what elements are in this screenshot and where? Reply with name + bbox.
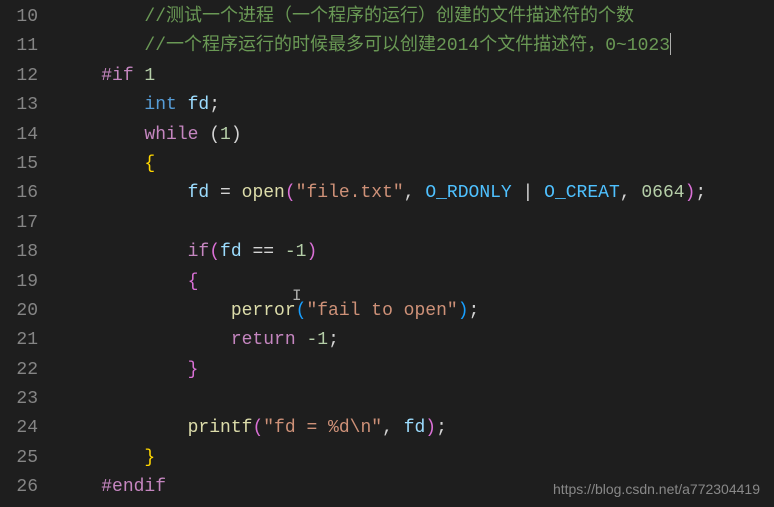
preprocessor-token: #endif — [101, 477, 166, 497]
function-token: open — [242, 183, 285, 203]
punctuation-token: ; — [695, 183, 706, 203]
code-line[interactable]: if(fd == -1) — [54, 238, 774, 267]
variable-token: fd — [188, 183, 220, 203]
code-line[interactable]: //一个程序运行的时候最多可以创建2014个文件描述符，0~1023 — [54, 32, 774, 61]
space-token — [296, 330, 307, 350]
line-number: 22 — [8, 356, 38, 385]
punctuation-token: , — [404, 183, 426, 203]
function-token: printf — [188, 418, 253, 438]
line-number: 21 — [8, 326, 38, 355]
paren-token: ) — [306, 242, 317, 262]
paren-token: ( — [285, 183, 296, 203]
code-line[interactable]: #if 1 — [54, 62, 774, 91]
constant-token: O_RDONLY — [425, 183, 511, 203]
punctuation-token: , — [382, 418, 404, 438]
keyword-token: if — [188, 242, 210, 262]
paren-token: ( — [296, 301, 307, 321]
code-line[interactable]: } — [54, 444, 774, 473]
number-token: -1 — [306, 330, 328, 350]
code-line[interactable]: } — [54, 356, 774, 385]
brace-token: { — [188, 272, 199, 292]
number-token: 1 — [134, 66, 156, 86]
brace-token: } — [188, 360, 199, 380]
type-token: int — [144, 95, 176, 115]
line-number: 11 — [8, 32, 38, 61]
keyword-token: return — [231, 330, 296, 350]
variable-token: fd — [404, 418, 426, 438]
comment-text: //测试一个进程（一个程序的运行）创建的文件描述符的个数 — [144, 7, 634, 27]
code-content[interactable]: //测试一个进程（一个程序的运行）创建的文件描述符的个数 //一个程序运行的时候… — [54, 0, 774, 507]
constant-token: O_CREAT — [544, 183, 620, 203]
line-number: 10 — [8, 3, 38, 32]
variable-token: fd — [177, 95, 209, 115]
keyword-token: while — [144, 125, 198, 145]
line-number: 17 — [8, 209, 38, 238]
line-number: 13 — [8, 91, 38, 120]
punctuation-token: ) — [231, 125, 242, 145]
brace-token: } — [144, 448, 155, 468]
line-number: 12 — [8, 62, 38, 91]
code-line[interactable]: int fd; — [54, 91, 774, 120]
code-line[interactable]: printf("fd = %d\n", fd); — [54, 414, 774, 443]
line-number: 25 — [8, 444, 38, 473]
code-line[interactable]: fd = open("file.txt", O_RDONLY | O_CREAT… — [54, 179, 774, 208]
line-number: 26 — [8, 473, 38, 502]
operator-token: == — [242, 242, 285, 262]
line-number: 19 — [8, 268, 38, 297]
code-line[interactable]: //测试一个进程（一个程序的运行）创建的文件描述符的个数 — [54, 3, 774, 32]
text-cursor-icon — [670, 33, 671, 55]
punctuation-token: ; — [469, 301, 480, 321]
line-number: 16 — [8, 179, 38, 208]
punctuation-token: , — [620, 183, 642, 203]
preprocessor-token: #if — [101, 66, 133, 86]
code-line[interactable]: {I — [54, 268, 774, 297]
paren-token: ( — [209, 242, 220, 262]
code-line[interactable]: while (1) — [54, 121, 774, 150]
code-line[interactable] — [54, 209, 774, 238]
line-number: 24 — [8, 414, 38, 443]
operator-token: | — [512, 183, 544, 203]
watermark-text: https://blog.csdn.net/a772304419 — [553, 481, 760, 497]
line-gutter: 10 11 12 13 14 15 16 17 18 19 20 21 22 2… — [0, 0, 54, 507]
punctuation-token: ; — [328, 330, 339, 350]
code-line[interactable]: { — [54, 150, 774, 179]
variable-token: fd — [220, 242, 242, 262]
punctuation-token: ; — [436, 418, 447, 438]
code-line[interactable]: return -1; — [54, 326, 774, 355]
code-line[interactable]: perror("fail to open"); — [54, 297, 774, 326]
code-editor[interactable]: 10 11 12 13 14 15 16 17 18 19 20 21 22 2… — [0, 0, 774, 507]
line-number: 15 — [8, 150, 38, 179]
paren-token: ( — [252, 418, 263, 438]
function-token: perror — [231, 301, 296, 321]
number-token: 1 — [220, 125, 231, 145]
string-token: "fd = %d\n" — [263, 418, 382, 438]
string-token: "fail to open" — [306, 301, 457, 321]
operator-token: = — [220, 183, 242, 203]
brace-token: { — [144, 154, 155, 174]
punctuation-token: ( — [198, 125, 220, 145]
number-token: -1 — [285, 242, 307, 262]
string-token: "file.txt" — [296, 183, 404, 203]
number-token: 0664 — [641, 183, 684, 203]
line-number: 18 — [8, 238, 38, 267]
comment-text: //一个程序运行的时候最多可以创建2014个文件描述符，0~1023 — [144, 36, 670, 56]
paren-token: ) — [685, 183, 696, 203]
code-line[interactable] — [54, 385, 774, 414]
line-number: 20 — [8, 297, 38, 326]
paren-token: ) — [458, 301, 469, 321]
paren-token: ) — [425, 418, 436, 438]
punctuation-token: ; — [209, 95, 220, 115]
line-number: 14 — [8, 121, 38, 150]
line-number: 23 — [8, 385, 38, 414]
